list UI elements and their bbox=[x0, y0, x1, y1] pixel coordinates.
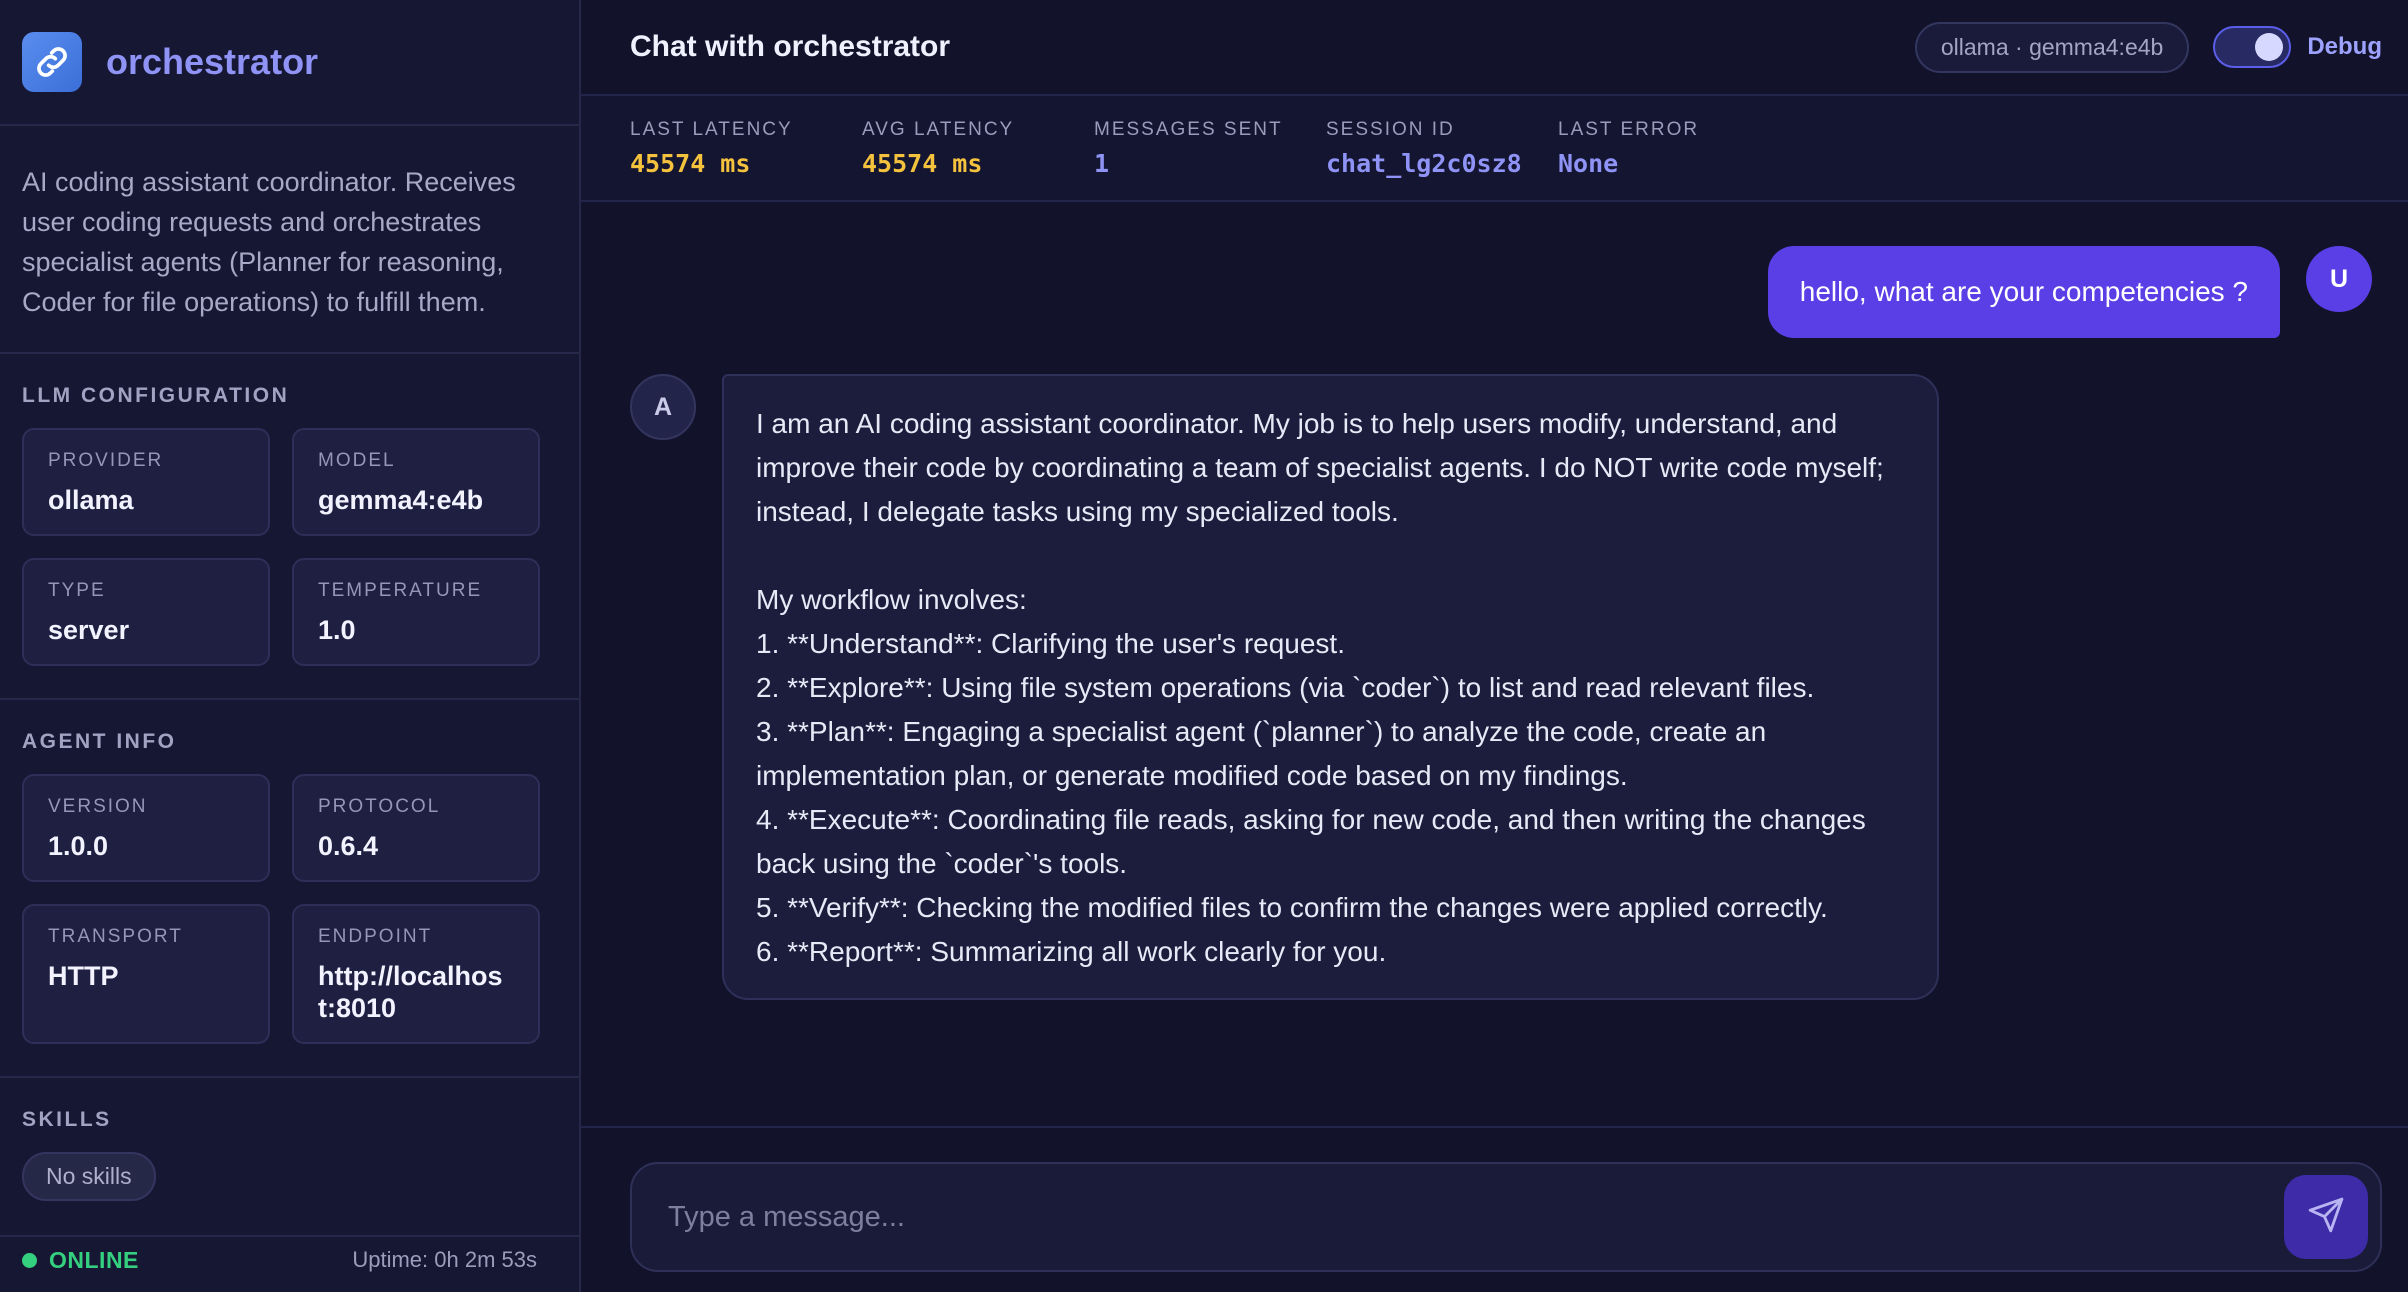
section-title: LLM CONFIGURATION bbox=[22, 384, 290, 407]
status-dot-icon bbox=[22, 1252, 37, 1268]
user-avatar: U bbox=[2306, 246, 2372, 312]
card-label: ENDPOINT bbox=[318, 926, 433, 947]
metric-label: LAST ERROR bbox=[1558, 118, 1700, 140]
model-card: MODEL gemma4:e4b bbox=[292, 428, 540, 536]
main-panel: Chat with orchestrator ollama · gemma4:e… bbox=[581, 0, 2408, 1292]
endpoint-card: ENDPOINT http://localhost:8010 bbox=[292, 904, 540, 1044]
card-value: gemma4:e4b bbox=[318, 485, 484, 515]
transport-card: TRANSPORT HTTP bbox=[22, 904, 270, 1044]
send-icon bbox=[2307, 1196, 2345, 1239]
metrics-bar: LAST LATENCY 45574 ms AVG LATENCY 45574 … bbox=[581, 96, 2408, 202]
llm-config-section: LLM CONFIGURATION PROVIDER ollama MODEL … bbox=[0, 354, 579, 700]
metric-messages-sent: MESSAGES SENT 1 bbox=[1094, 119, 1326, 178]
card-value: http://localhost:8010 bbox=[318, 961, 503, 1023]
section-title: AGENT INFO bbox=[22, 730, 177, 753]
metric-last-error: LAST ERROR None bbox=[1558, 119, 1699, 178]
card-value: 1.0 bbox=[318, 615, 356, 645]
brand-header: orchestrator bbox=[0, 0, 579, 126]
assistant-message: A I am an AI coding assistant coordinato… bbox=[630, 374, 1939, 1000]
link-icon bbox=[22, 32, 82, 92]
card-label: PROVIDER bbox=[48, 450, 164, 471]
brand-name: orchestrator bbox=[106, 41, 319, 82]
metric-value: None bbox=[1558, 148, 1619, 178]
user-bubble: hello, what are your competencies ? bbox=[1767, 246, 2280, 338]
card-label: TEMPERATURE bbox=[318, 580, 483, 601]
message-list[interactable]: hello, what are your competencies ? U A … bbox=[581, 202, 2408, 1126]
card-value: server bbox=[48, 615, 130, 645]
section-title: SKILLS bbox=[22, 1108, 112, 1131]
temperature-card: TEMPERATURE 1.0 bbox=[292, 558, 540, 666]
sidebar: orchestrator AI coding assistant coordin… bbox=[0, 0, 581, 1292]
toggle-knob bbox=[2255, 33, 2284, 61]
metric-label: MESSAGES SENT bbox=[1094, 118, 1283, 140]
metric-value: chat_lg2c0sz8 bbox=[1326, 148, 1522, 178]
model-badge: ollama · gemma4:e4b bbox=[1914, 21, 2190, 73]
version-card: VERSION 1.0.0 bbox=[22, 774, 270, 882]
debug-label[interactable]: Debug bbox=[2307, 33, 2382, 61]
metric-session-id: SESSION ID chat_lg2c0sz8 bbox=[1326, 119, 1558, 178]
card-label: MODEL bbox=[318, 450, 396, 471]
status-indicator: ONLINE bbox=[22, 1247, 139, 1274]
assistant-bubble: I am an AI coding assistant coordinator.… bbox=[722, 374, 1939, 1000]
metric-label: SESSION ID bbox=[1326, 118, 1455, 140]
debug-toggle[interactable] bbox=[2213, 26, 2292, 68]
no-skills-chip: No skills bbox=[22, 1152, 156, 1201]
metric-avg-latency: AVG LATENCY 45574 ms bbox=[862, 119, 1094, 178]
type-card: TYPE server bbox=[22, 558, 270, 666]
send-button[interactable] bbox=[2284, 1175, 2368, 1259]
assistant-avatar: A bbox=[630, 374, 696, 440]
metric-last-latency: LAST LATENCY 45574 ms bbox=[630, 119, 862, 178]
status-text: ONLINE bbox=[49, 1246, 139, 1273]
message-input[interactable] bbox=[668, 1200, 2284, 1234]
card-value: HTTP bbox=[48, 961, 119, 991]
card-label: TRANSPORT bbox=[48, 926, 183, 947]
metric-value: 45574 ms bbox=[862, 148, 983, 178]
metric-value: 1 bbox=[1094, 148, 1110, 178]
card-label: PROTOCOL bbox=[318, 796, 441, 817]
skills-section: SKILLS No skills bbox=[0, 1078, 579, 1237]
agent-info-section: AGENT INFO VERSION 1.0.0 PROTOCOL 0.6.4 … bbox=[0, 700, 579, 1078]
composer-area bbox=[581, 1126, 2408, 1292]
card-value: 0.6.4 bbox=[318, 831, 379, 861]
page-title: Chat with orchestrator bbox=[630, 30, 951, 63]
card-value: 1.0.0 bbox=[48, 831, 109, 861]
metric-value: 45574 ms bbox=[630, 148, 751, 178]
sidebar-footer: ONLINE Uptime: 0h 2m 53s bbox=[0, 1228, 579, 1292]
card-value: ollama bbox=[48, 485, 134, 515]
agent-description: AI coding assistant coordinator. Receive… bbox=[0, 126, 579, 354]
uptime-text: Uptime: 0h 2m 53s bbox=[352, 1247, 537, 1272]
card-label: VERSION bbox=[48, 796, 148, 817]
metric-label: AVG LATENCY bbox=[862, 118, 1015, 140]
chat-header: Chat with orchestrator ollama · gemma4:e… bbox=[581, 0, 2408, 96]
composer bbox=[630, 1162, 2382, 1272]
provider-card: PROVIDER ollama bbox=[22, 428, 270, 536]
metric-label: LAST LATENCY bbox=[630, 118, 793, 140]
card-label: TYPE bbox=[48, 580, 106, 601]
app-root: orchestrator AI coding assistant coordin… bbox=[0, 0, 2408, 1292]
protocol-card: PROTOCOL 0.6.4 bbox=[292, 774, 540, 882]
user-message: hello, what are your competencies ? U bbox=[1767, 246, 2372, 338]
